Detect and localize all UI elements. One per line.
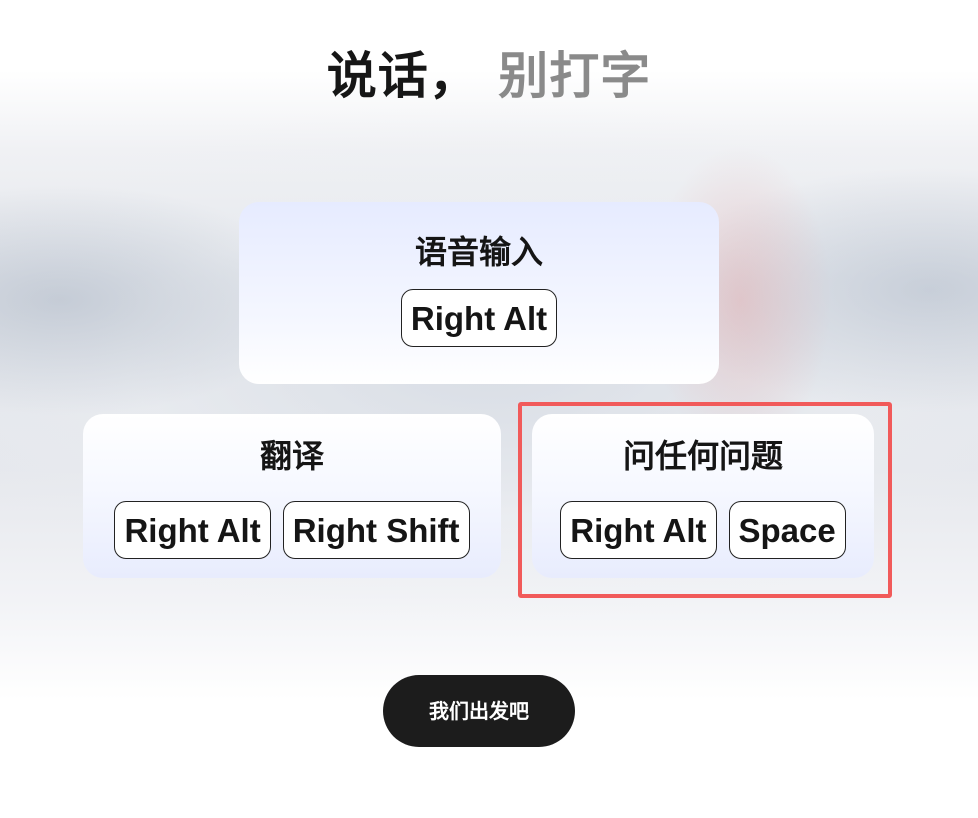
- voice-input-title: 语音输入: [414, 233, 543, 271]
- lets-go-button[interactable]: 我们出发吧: [383, 675, 575, 747]
- ask-anything-shortcut: Right Alt Space: [532, 501, 874, 559]
- page-headline: 说话， 别打字: [0, 36, 978, 108]
- ask-anything-card: 问任何问题 Right Alt Space: [532, 414, 874, 578]
- voice-input-card: 语音输入 Right Alt: [239, 202, 719, 384]
- headline-muted: 别打字: [498, 47, 652, 105]
- key-right-alt[interactable]: Right Alt: [560, 501, 717, 559]
- key-space[interactable]: Space: [728, 501, 846, 559]
- headline-main: 说话，: [326, 47, 480, 105]
- voice-input-shortcut: Right Alt: [239, 289, 719, 347]
- key-right-alt[interactable]: Right Alt: [400, 289, 558, 347]
- key-right-shift[interactable]: Right Shift: [282, 501, 470, 559]
- key-right-alt[interactable]: Right Alt: [114, 501, 271, 559]
- translate-card: 翻译 Right Alt Right Shift: [83, 414, 501, 578]
- translate-shortcut: Right Alt Right Shift: [83, 501, 501, 559]
- translate-title: 翻译: [259, 437, 324, 475]
- ask-anything-title: 问任何问题: [622, 437, 783, 475]
